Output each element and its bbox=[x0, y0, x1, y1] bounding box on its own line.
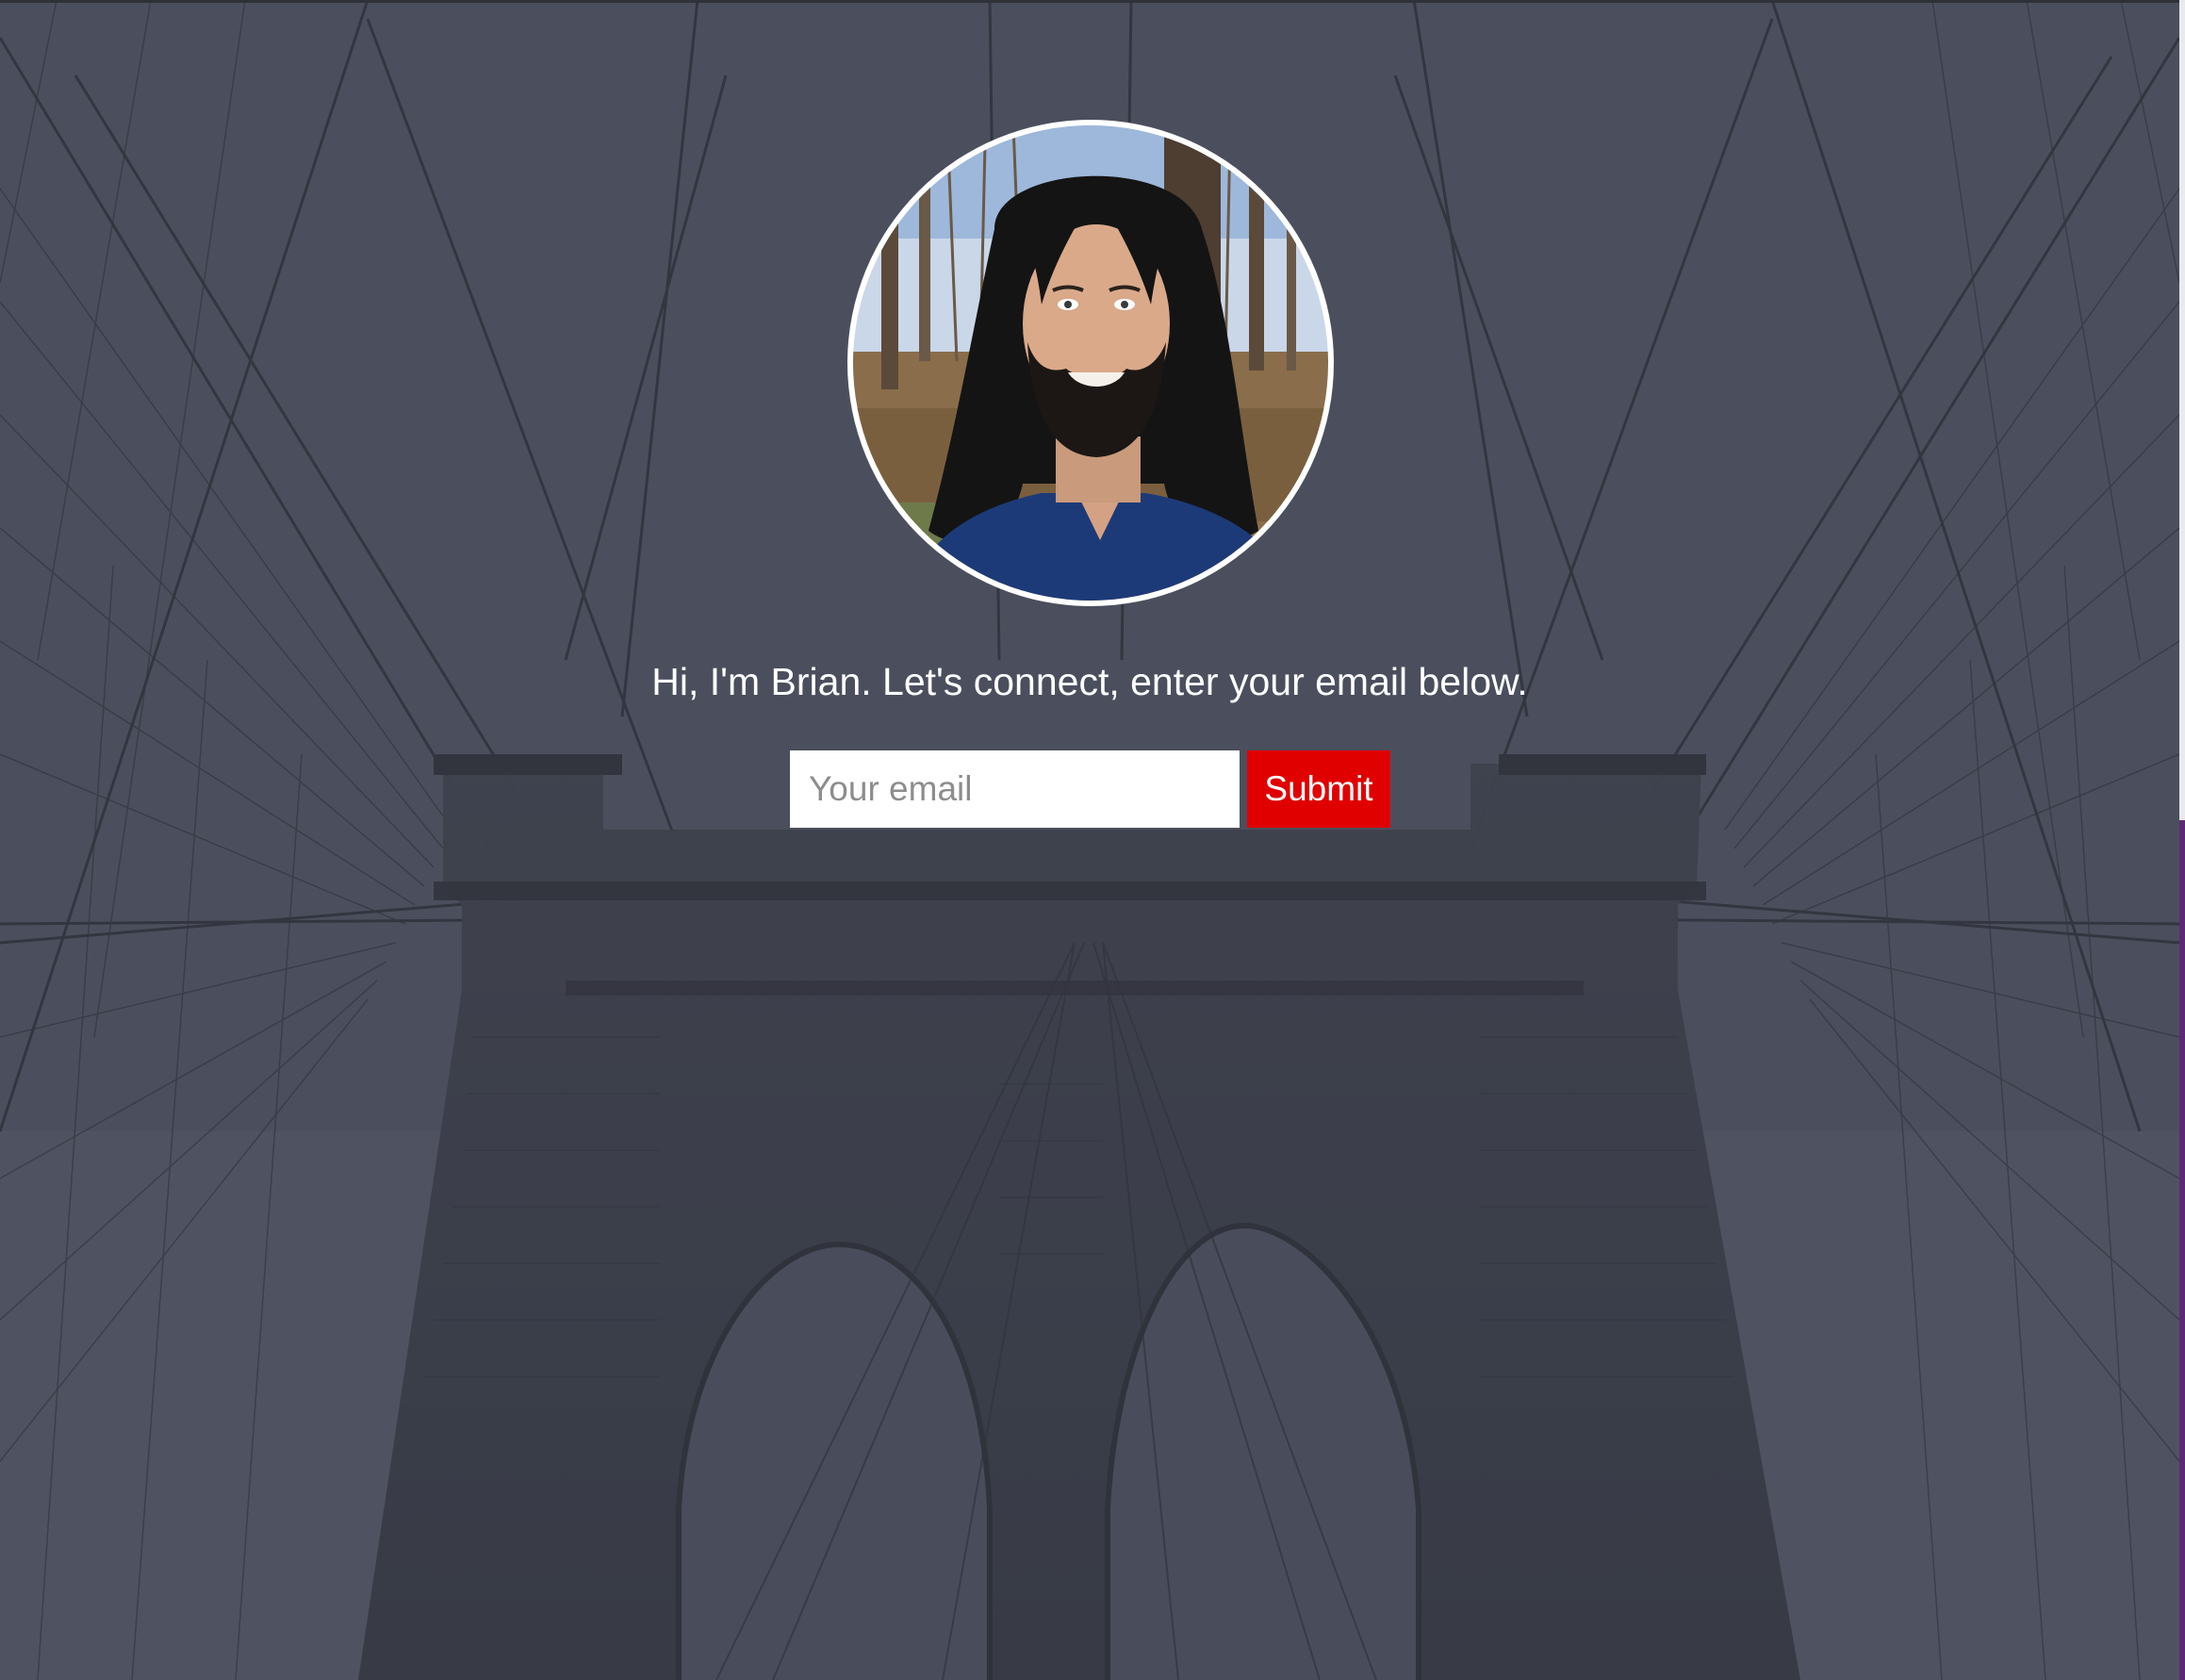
window-top-border bbox=[0, 0, 2185, 3]
email-signup-form: Submit bbox=[790, 750, 1390, 828]
submit-button[interactable]: Submit bbox=[1247, 750, 1390, 828]
intro-heading: Hi, I'm Brian. Let's connect, enter your… bbox=[651, 660, 1528, 703]
email-input[interactable] bbox=[790, 750, 1240, 828]
avatar-photo bbox=[853, 125, 1328, 601]
landing-page: Hi, I'm Brian. Let's connect, enter your… bbox=[0, 0, 2185, 1680]
avatar bbox=[853, 125, 1328, 601]
avatar-frame bbox=[847, 120, 1334, 606]
window-right-edge-accent bbox=[2179, 820, 2185, 1680]
